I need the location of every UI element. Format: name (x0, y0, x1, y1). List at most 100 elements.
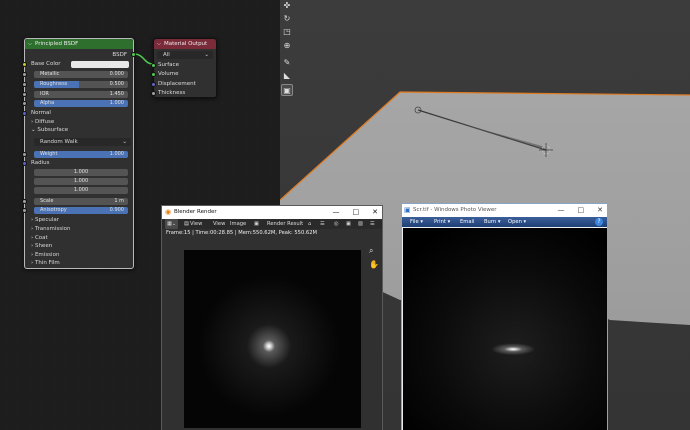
scale-socket[interactable] (22, 199, 27, 204)
maximize-icon[interactable]: □ (353, 206, 360, 219)
chevron-right-icon: › (31, 235, 34, 241)
alpha-field[interactable]: Alpha 1.000 (34, 100, 128, 107)
blender-render-window[interactable]: ◉ Blender Render — □ ✕ ▦⌄ View ▤ View Im… (161, 205, 383, 430)
photo-viewer-window[interactable]: ▣ Scr.tif - Windows Photo Viewer — □ ✕ F… (401, 203, 608, 430)
radius-y-field[interactable]: 1.000 (34, 178, 128, 185)
slot-icon[interactable]: ☰ (320, 219, 325, 229)
normal-socket[interactable] (22, 111, 27, 116)
photo-window-title: Scr.tif - Windows Photo Viewer (413, 207, 497, 213)
move-tool-icon[interactable]: ✜ (281, 0, 293, 12)
radius-socket[interactable] (22, 161, 27, 166)
scale-tool-icon[interactable]: ◳ (281, 26, 293, 38)
render-image[interactable] (184, 250, 361, 428)
annotate-tool-icon[interactable]: ✎ (281, 57, 293, 69)
coat-panel[interactable]: › Coat (31, 234, 48, 242)
print-menu[interactable]: Print ▾ (434, 217, 450, 227)
editor-type-icon[interactable]: ▦⌄ (165, 219, 179, 229)
subsurface-panel[interactable]: ⌄ Subsurface (31, 126, 68, 134)
roughness-socket[interactable] (22, 82, 27, 87)
maximize-icon[interactable]: □ (578, 204, 585, 217)
transform-tool-icon[interactable]: ⊕ (281, 40, 293, 52)
output-node-header[interactable]: Material Output (154, 39, 216, 49)
close-icon[interactable]: ✕ (597, 204, 603, 217)
material-output-node[interactable]: Material Output All ⌄ Surface Volume Disp… (151, 38, 217, 98)
bsdf-output-label: BSDF (112, 52, 127, 58)
open-menu[interactable]: Open ▾ (508, 217, 526, 227)
render-area[interactable]: Frame:15 | Time:00:28.85 | Mem:550.62M, … (162, 229, 382, 430)
radius-x-value: 1.000 (73, 169, 89, 175)
chevron-right-icon: › (31, 252, 34, 258)
view-menu-1[interactable]: View (190, 219, 202, 229)
transmission-panel[interactable]: › Transmission (31, 225, 70, 233)
output-target-value: All (163, 52, 170, 58)
radius-x-field[interactable]: 1.000 (34, 169, 128, 176)
rotate-tool-icon[interactable]: ↻ (281, 13, 293, 25)
ior-socket[interactable] (22, 92, 27, 97)
volume-socket[interactable] (151, 72, 156, 77)
ior-field[interactable]: IOR 1.450 (34, 91, 128, 98)
base-color-socket[interactable] (22, 62, 27, 67)
alpha-value: 1.000 (109, 100, 124, 106)
minimize-icon[interactable]: — (558, 204, 565, 217)
anisotropy-field[interactable]: Anisotropy 0.900 (34, 207, 128, 214)
thickness-socket[interactable] (151, 91, 156, 96)
surface-label: Surface (158, 62, 179, 68)
scale-field[interactable]: Scale 1 m (34, 198, 128, 205)
add-cube-tool-icon[interactable]: ▣ (281, 84, 293, 96)
render-stats: Frame:15 | Time:00:28.85 | Mem:550.62M, … (166, 230, 317, 236)
photo-viewer-logo-icon: ▣ (404, 206, 411, 214)
zoom-icon[interactable]: ⌕ (369, 246, 373, 256)
roughness-field[interactable]: Roughness 0.500 (34, 81, 128, 88)
diffuse-panel[interactable]: › Diffuse (31, 118, 54, 126)
help-icon[interactable]: ? (595, 218, 603, 226)
radius-z-field[interactable]: 1.000 (34, 187, 128, 194)
image-menu[interactable]: Image (230, 219, 246, 229)
bsdf-output-socket[interactable] (131, 52, 136, 57)
email-menu[interactable]: Email (460, 217, 474, 227)
alpha-icon[interactable]: ▧ (358, 219, 363, 229)
surface-socket[interactable] (151, 63, 156, 68)
metallic-field[interactable]: Metallic 0.000 (34, 71, 128, 78)
thin-film-panel[interactable]: › Thin Film (31, 259, 60, 267)
chevron-right-icon: › (31, 243, 34, 249)
measure-tool-icon[interactable]: ◣ (281, 70, 293, 82)
diffuse-label: Diffuse (34, 119, 55, 125)
photo-titlebar[interactable]: ▣ Scr.tif - Windows Photo Viewer — □ ✕ (402, 204, 607, 217)
base-color-swatch[interactable] (71, 61, 129, 68)
channels-icon[interactable]: ◎ (334, 219, 339, 229)
alpha-socket[interactable] (22, 101, 27, 106)
render-slot-selector[interactable]: Render Result (267, 219, 303, 229)
photo-image[interactable] (403, 228, 607, 430)
specular-label: Specular (34, 217, 59, 223)
render-titlebar[interactable]: ◉ Blender Render — □ ✕ (162, 206, 382, 219)
sheen-panel[interactable]: › Sheen (31, 242, 52, 250)
pan-hand-icon[interactable]: ✋ (369, 260, 379, 269)
principled-bsdf-node[interactable]: Principled BSDF BSDF Base Color Metallic… (22, 38, 136, 269)
metallic-value: 0.000 (109, 71, 124, 77)
pin-icon[interactable]: ⌂ (308, 219, 311, 229)
emission-panel[interactable]: › Emission (31, 251, 59, 259)
weight-socket[interactable] (22, 152, 27, 157)
output-target-dropdown[interactable]: All ⌄ (157, 51, 213, 59)
displacement-label: Displacement (158, 81, 196, 87)
anisotropy-label: Anisotropy (40, 207, 67, 213)
ior-value: 1.450 (109, 91, 124, 97)
close-icon[interactable]: ✕ (372, 206, 378, 219)
scale-value: 1 m (114, 198, 124, 204)
view-menu-2[interactable]: View (213, 219, 225, 229)
minimize-icon[interactable]: — (333, 206, 340, 219)
subsurface-method-dropdown[interactable]: Random Walk ⌄ (34, 138, 131, 146)
bsdf-node-header[interactable]: Principled BSDF (25, 39, 133, 49)
metallic-socket[interactable] (22, 72, 27, 77)
displacement-socket[interactable] (151, 82, 156, 87)
file-menu[interactable]: File ▾ (410, 217, 423, 227)
viewport-toolbar: ✜ ↻ ◳ ⊕ ✎ ◣ ▣ (280, 0, 294, 100)
weight-field[interactable]: Weight 1.000 (34, 151, 128, 158)
burn-menu[interactable]: Burn ▾ (484, 217, 500, 227)
emission-label: Emission (34, 252, 60, 258)
photo-area (402, 228, 607, 430)
specular-panel[interactable]: › Specular (31, 216, 59, 224)
overflow-icon[interactable]: ☰ (370, 219, 375, 229)
display-icon[interactable]: ▣ (346, 219, 351, 229)
anisotropy-socket[interactable] (22, 208, 27, 213)
